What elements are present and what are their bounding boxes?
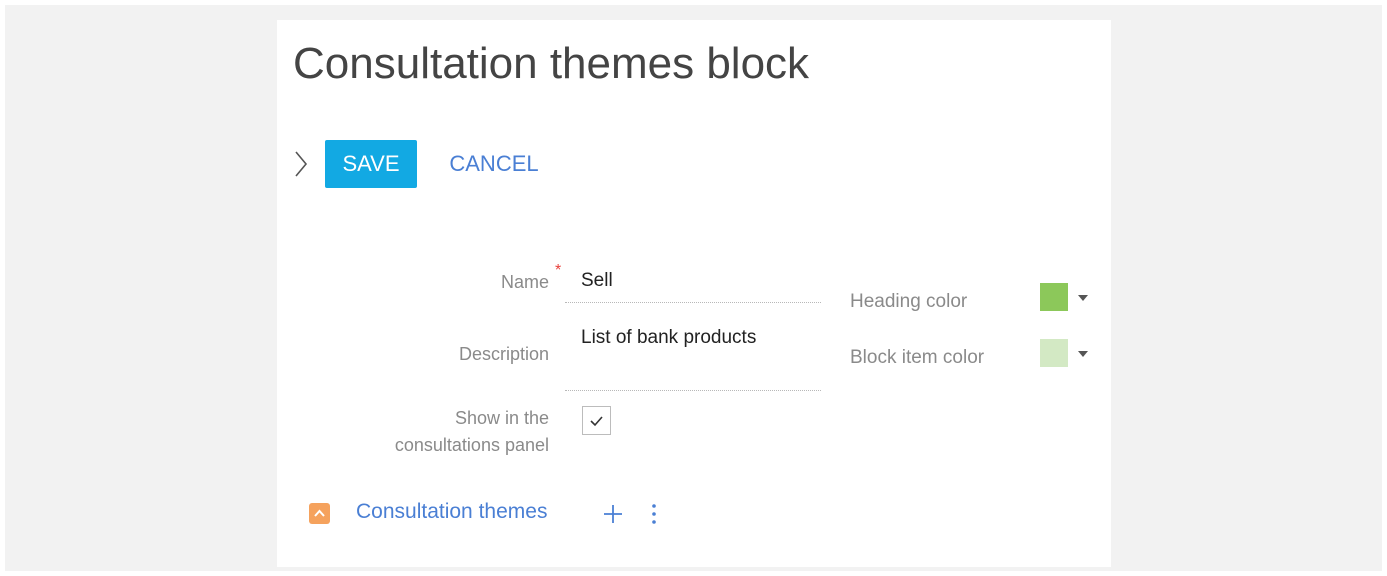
save-button[interactable]: SAVE xyxy=(325,140,417,188)
caret-down-icon[interactable] xyxy=(1076,290,1090,301)
heading-color-swatch[interactable] xyxy=(1040,283,1068,311)
heading-color-label: Heading color xyxy=(850,291,968,312)
description-input[interactable]: List of bank products xyxy=(581,327,756,349)
checkmark-icon xyxy=(590,416,603,427)
name-input-underline xyxy=(565,302,821,303)
vertical-dots-icon[interactable] xyxy=(648,502,660,526)
cancel-button[interactable]: CANCEL xyxy=(437,140,551,188)
description-label: Description xyxy=(458,344,549,364)
name-input[interactable]: Sell xyxy=(581,270,613,292)
consultation-themes-detail-title[interactable]: Consultation themes xyxy=(356,500,547,524)
chevron-right-icon[interactable] xyxy=(293,150,309,178)
block-item-color-label: Block item color xyxy=(850,347,985,368)
show-in-panel-checkbox[interactable] xyxy=(582,406,611,435)
name-label: Name xyxy=(500,272,549,292)
caret-down-icon[interactable] xyxy=(1076,346,1090,357)
show-in-panel-label-line2: consultations panel xyxy=(394,435,549,455)
show-in-panel-label-line1: Show in the xyxy=(454,408,549,428)
chevron-up-icon[interactable] xyxy=(309,503,330,524)
plus-icon[interactable] xyxy=(602,503,624,525)
page-title: Consultation themes block xyxy=(293,39,810,88)
content-card xyxy=(277,20,1111,567)
required-indicator: * xyxy=(555,262,562,279)
description-input-underline xyxy=(565,390,821,391)
block-item-color-swatch[interactable] xyxy=(1040,339,1068,367)
